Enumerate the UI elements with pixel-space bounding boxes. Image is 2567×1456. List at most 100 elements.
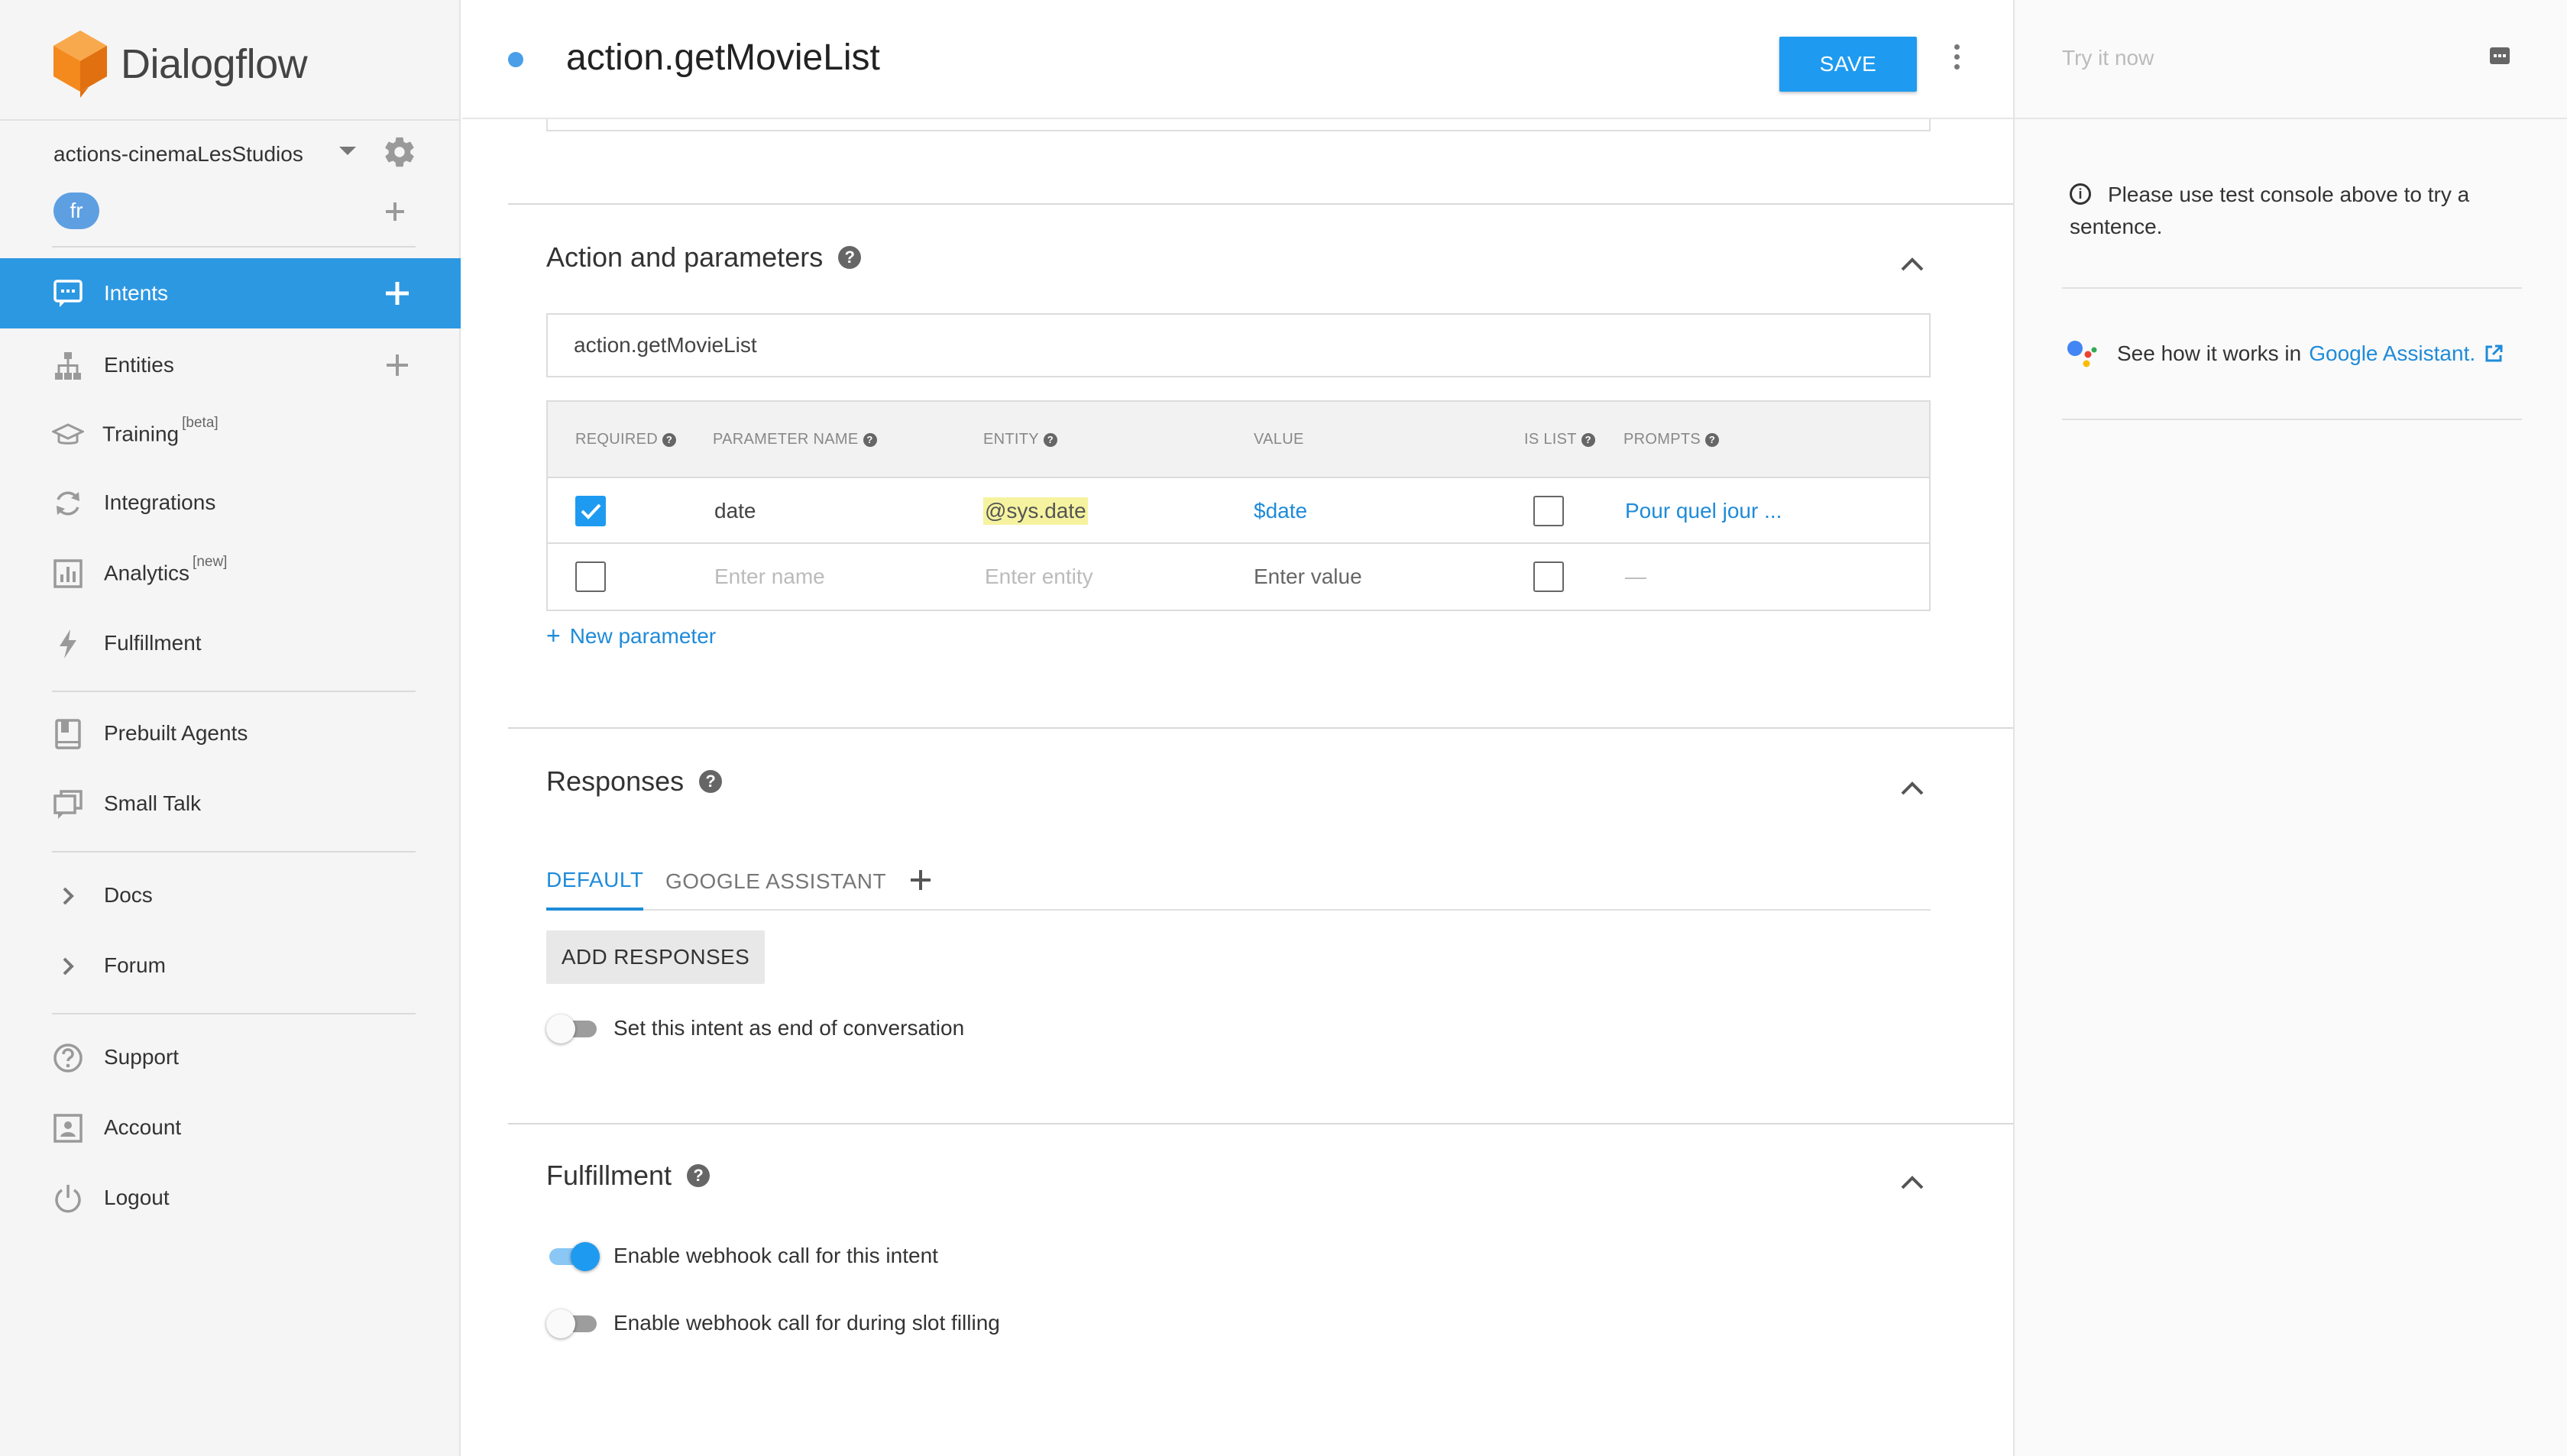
chevron-right-icon (63, 887, 74, 905)
help-icon[interactable]: ? (1705, 432, 1719, 447)
sidebar-item-support[interactable]: Support (0, 1022, 461, 1092)
help-icon[interactable]: ? (838, 246, 862, 269)
sidebar-item-logout[interactable]: Logout (0, 1163, 461, 1233)
ga-text: See how it works in (2117, 341, 2302, 365)
col-prompts: PROMPTS? (1623, 431, 1719, 448)
sidebar-item-small-talk[interactable]: Small Talk (0, 768, 461, 839)
google-assistant-link[interactable]: Google Assistant. (2309, 341, 2475, 366)
fulfillment-section-title-text: Fulfillment (546, 1160, 672, 1191)
webhook-toggle[interactable] (546, 1241, 600, 1271)
fulfillment-section-title[interactable]: Fulfillment ? (546, 1160, 711, 1192)
sidebar-item-analytics[interactable]: Analytics [new] (0, 538, 461, 608)
tab-google-assistant[interactable]: GOOGLE ASSISTANT (665, 853, 886, 911)
sidebar-item-label: Account (104, 1115, 182, 1139)
help-icon[interactable]: ? (1581, 432, 1595, 447)
is-list-checkbox[interactable] (1533, 561, 1564, 592)
sidebar-item-label: Logout (104, 1186, 170, 1209)
tab-default[interactable]: DEFAULT (546, 853, 644, 911)
intent-editor: Action and parameters ? action.getMovieL… (462, 119, 2015, 1456)
keyboard-icon[interactable] (2488, 44, 2511, 67)
sidebar-item-fulfillment[interactable]: Fulfillment (0, 608, 461, 678)
sidebar-item-docs[interactable]: Docs (0, 860, 461, 930)
prompts-cell[interactable]: Pour quel jour ... (1625, 478, 1782, 544)
parameter-name-input[interactable]: Enter name (714, 544, 825, 610)
add-language-plus-icon[interactable] (384, 200, 406, 223)
agent-dropdown-icon[interactable] (339, 147, 356, 155)
value-cell[interactable]: $date (1254, 478, 1307, 544)
google-assistant-icon (2067, 341, 2097, 367)
sidebar: Dialogflow actions-cinemaLesStudios fr I… (0, 0, 461, 1456)
add-tab-plus-icon[interactable] (908, 868, 933, 892)
app-logo[interactable]: Dialogflow (52, 29, 308, 99)
checkmark-icon (581, 503, 601, 519)
help-icon[interactable]: ? (1043, 432, 1057, 447)
sidebar-item-prebuilt-agents[interactable]: Prebuilt Agents (0, 698, 461, 768)
col-value: VALUE (1254, 431, 1304, 448)
entity-cell[interactable]: @sys.date (983, 478, 1088, 544)
sidebar-item-label: Entities (104, 353, 174, 377)
new-parameter-label: New parameter (569, 623, 717, 648)
end-conversation-toggle[interactable] (546, 1013, 600, 1043)
save-button[interactable]: SAVE (1779, 37, 1917, 92)
sidebar-item-intents[interactable]: Intents (0, 258, 461, 328)
chevron-up-icon[interactable] (1899, 251, 1926, 278)
help-icon[interactable]: ? (687, 1164, 711, 1187)
required-checkbox[interactable] (575, 561, 606, 592)
new-parameter-link[interactable]: + New parameter (546, 622, 716, 650)
more-options-kebab-icon[interactable] (1947, 44, 1966, 75)
sidebar-item-label: Intents (104, 281, 169, 305)
section-divider (508, 203, 2015, 205)
sidebar-item-entities[interactable]: Entities (0, 330, 461, 400)
help-icon[interactable]: ? (662, 432, 676, 447)
responses-section-title[interactable]: Responses ? (546, 765, 723, 798)
help-icon[interactable]: ? (863, 432, 877, 447)
section-divider (508, 727, 2015, 729)
sidebar-item-label: Forum (104, 953, 166, 977)
slot-filling-toggle[interactable] (546, 1308, 600, 1338)
chat-bubble-icon (53, 280, 83, 307)
end-conversation-row: Set this intent as end of conversation (546, 1013, 964, 1043)
agent-selector[interactable]: actions-cinemaLesStudios (53, 137, 420, 171)
agent-settings-gear-icon[interactable] (382, 134, 417, 170)
value-input[interactable]: Enter value (1254, 544, 1362, 610)
action-section-title-text: Action and parameters (546, 241, 824, 273)
action-section-title[interactable]: Action and parameters ? (546, 241, 862, 273)
action-name-input[interactable]: action.getMovieList (546, 313, 1931, 377)
help-icon[interactable]: ? (699, 770, 723, 793)
sidebar-divider (52, 691, 416, 692)
required-cell (575, 478, 606, 544)
sidebar-item-label: Training [beta] (102, 415, 219, 446)
is-list-checkbox[interactable] (1533, 496, 1564, 526)
training-label: Training (102, 422, 180, 446)
slot-filling-label: Enable webhook call for during slot fill… (613, 1311, 1000, 1335)
sidebar-item-label: Integrations (104, 490, 216, 514)
is-list-cell (1533, 544, 1564, 610)
slot-filling-row: Enable webhook call for during slot fill… (546, 1308, 1000, 1338)
chevron-up-icon[interactable] (1899, 1169, 1926, 1196)
logo-divider (0, 119, 461, 121)
sidebar-item-forum[interactable]: Forum (0, 930, 461, 1001)
book-icon (55, 719, 81, 749)
sidebar-item-account[interactable]: Account (0, 1092, 461, 1163)
end-conversation-label: Set this intent as end of conversation (613, 1016, 965, 1040)
chevron-right-icon (63, 957, 74, 976)
required-checkbox[interactable] (575, 496, 606, 526)
sidebar-item-label: Support (104, 1045, 180, 1069)
chevron-up-icon[interactable] (1899, 775, 1926, 802)
sidebar-item-integrations[interactable]: Integrations (0, 468, 461, 538)
intent-name-title[interactable]: action.getMovieList (566, 37, 880, 79)
add-entity-plus-icon[interactable] (384, 351, 411, 379)
add-intent-plus-icon[interactable] (384, 280, 411, 307)
try-it-now-input[interactable]: Try it now (2062, 46, 2154, 70)
parameter-name-cell[interactable]: date (714, 478, 756, 544)
entity-input[interactable]: Enter entity (985, 544, 1093, 610)
try-it-now-bar: Try it now (2015, 0, 2567, 119)
sync-arrows-icon (57, 491, 79, 516)
info-text: Please use test console above to try a s… (2070, 183, 2470, 238)
language-chip[interactable]: fr (53, 193, 99, 229)
external-link-icon[interactable] (2483, 343, 2504, 364)
add-responses-button[interactable]: ADD RESPONSES (546, 930, 765, 984)
sidebar-item-training[interactable]: Training [beta] (0, 399, 461, 469)
new-badge: [new] (193, 554, 228, 571)
intent-status-dot (508, 52, 523, 67)
